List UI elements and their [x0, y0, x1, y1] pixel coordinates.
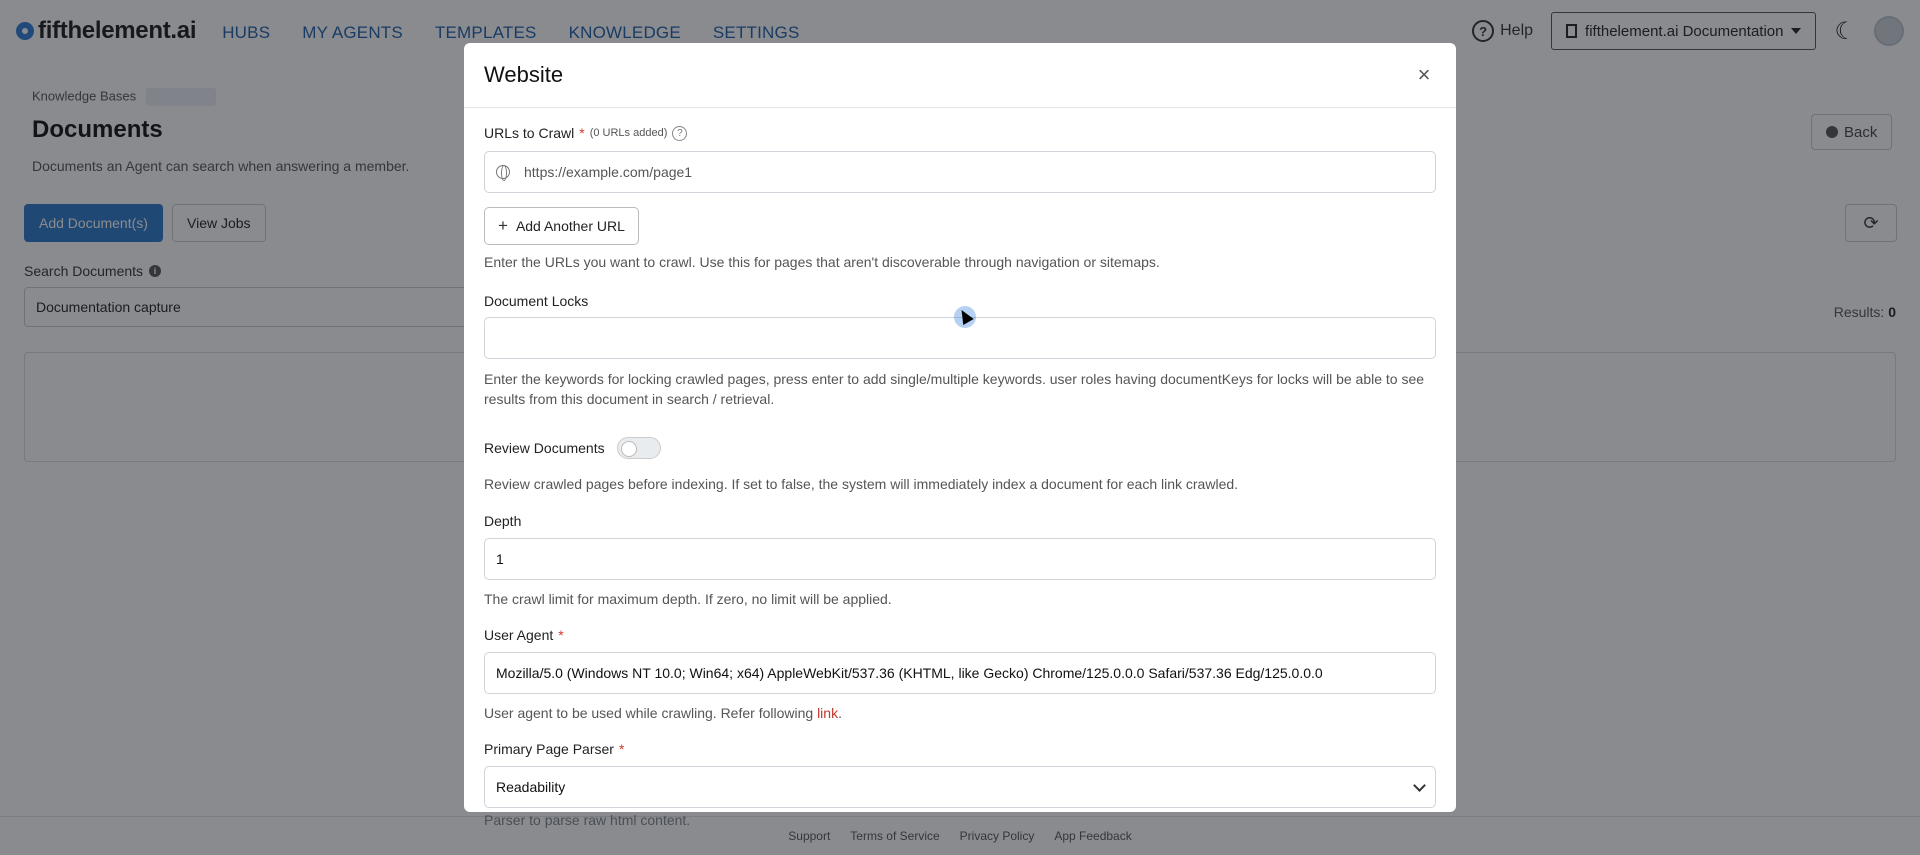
- globe-icon: [496, 165, 510, 181]
- parser-help-text: Parser to parse raw html content.: [484, 812, 691, 828]
- user-agent-label: User Agent *: [484, 627, 564, 643]
- mouse-cursor-icon: [954, 306, 976, 328]
- website-modal: Website × URLs to Crawl * (0 URLs added)…: [464, 43, 1456, 812]
- urls-help-text: Enter the URLs you want to crawl. Use th…: [484, 254, 1160, 270]
- primary-page-parser-select[interactable]: Readability: [484, 766, 1436, 808]
- urls-to-crawl-label: URLs to Crawl * (0 URLs added) ?: [484, 125, 688, 141]
- depth-input[interactable]: 1: [484, 538, 1436, 580]
- period: .: [838, 705, 842, 721]
- question-circle-icon[interactable]: ?: [672, 125, 688, 141]
- required-marker: *: [558, 627, 564, 643]
- depth-value: 1: [496, 551, 504, 567]
- user-agent-input[interactable]: Mozilla/5.0 (Windows NT 10.0; Win64; x64…: [484, 652, 1436, 694]
- required-marker: *: [579, 125, 585, 141]
- review-help-text: Review crawled pages before indexing. If…: [484, 476, 1239, 492]
- parser-value: Readability: [496, 779, 566, 795]
- depth-label: Depth: [484, 513, 522, 529]
- required-marker: *: [618, 741, 625, 757]
- modal-header: Website ×: [464, 43, 1456, 108]
- plus-icon: +: [498, 216, 508, 235]
- parser-label-text: Primary Page Parser: [484, 741, 614, 757]
- chevron-down-icon: [1413, 778, 1426, 792]
- document-locks-label: Document Locks: [484, 293, 589, 309]
- user-agent-help-text: User agent to be used while crawling. Re…: [484, 705, 814, 721]
- user-agent-link[interactable]: link: [817, 705, 838, 721]
- depth-help-text: The crawl limit for maximum depth. If ze…: [484, 591, 892, 607]
- locks-help-text: Enter the keywords for locking crawled p…: [484, 371, 1425, 407]
- user-agent-value: Mozilla/5.0 (Windows NT 10.0; Win64; x64…: [496, 665, 1323, 681]
- add-url-label: Add Another URL: [515, 218, 625, 234]
- review-documents-toggle[interactable]: [616, 437, 661, 459]
- review-documents-label: Review Documents: [484, 440, 605, 456]
- url-placeholder: https://example.com/page1: [524, 164, 693, 180]
- review-documents-row: Review Documents: [484, 437, 661, 459]
- user-agent-label-text: User Agent: [484, 627, 554, 643]
- user-agent-help: User agent to be used while crawling. Re…: [484, 703, 1436, 723]
- url-input[interactable]: https://example.com/page1: [484, 151, 1436, 193]
- urls-count: (0 URLs added): [589, 127, 668, 139]
- modal-title: Website: [484, 62, 564, 87]
- primary-page-parser-label: Primary Page Parser *: [484, 741, 624, 757]
- close-icon[interactable]: ×: [1412, 62, 1436, 87]
- add-another-url-button[interactable]: + Add Another URL: [484, 207, 639, 245]
- urls-label-text: URLs to Crawl: [484, 125, 575, 141]
